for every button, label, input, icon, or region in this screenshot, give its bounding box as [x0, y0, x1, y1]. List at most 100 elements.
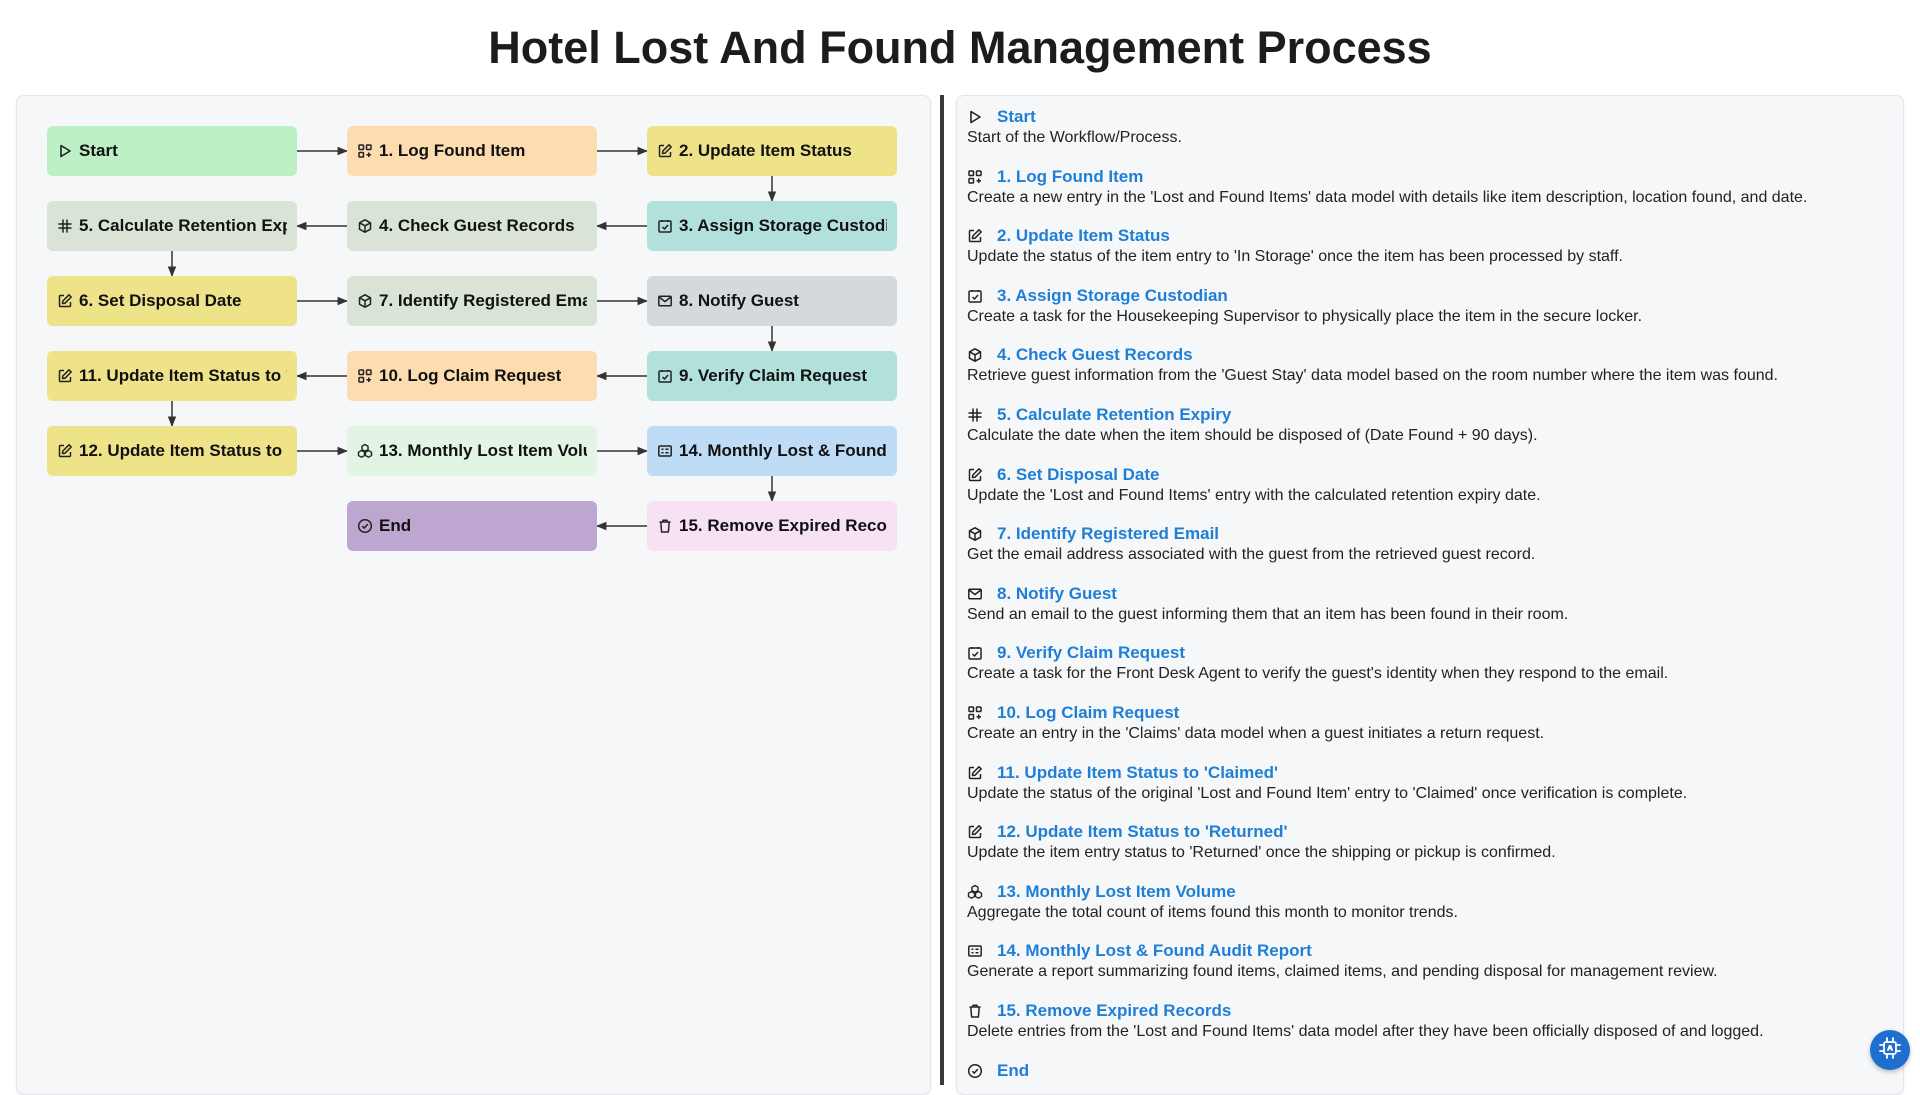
step-header: Start: [967, 106, 1887, 128]
step-item: Start Start of the Workflow/Process.: [967, 106, 1887, 147]
flow-node-label: 5. Calculate Retention Expiry: [79, 216, 287, 235]
step-item: 12. Update Item Status to 'Returned' Upda…: [967, 821, 1887, 862]
flow-node-n11[interactable]: 11. Update Item Status to 'Claimed': [47, 351, 297, 401]
flow-node-n1[interactable]: 1. Log Found Item: [347, 126, 597, 176]
flow-node-n6[interactable]: 6. Set Disposal Date: [47, 276, 297, 326]
step-header: 9. Verify Claim Request: [967, 642, 1887, 664]
flow-node-n3[interactable]: 3. Assign Storage Custodian: [647, 201, 897, 251]
edit-icon: [967, 228, 983, 244]
boxes-icon: [967, 884, 983, 900]
step-header: 12. Update Item Status to 'Returned': [967, 821, 1887, 843]
flow-node-n12[interactable]: 12. Update Item Status to 'Returned': [47, 426, 297, 476]
step-description: Create a task for the Front Desk Agent t…: [967, 665, 1669, 683]
flow-node-n15[interactable]: 15. Remove Expired Records: [647, 501, 897, 551]
grid-plus-icon: [357, 368, 373, 384]
step-item: 9. Verify Claim Request Create a task for…: [967, 642, 1887, 683]
cube-icon: [357, 293, 373, 309]
step-header: 13. Monthly Lost Item Volume: [967, 881, 1887, 903]
flow-node-n7[interactable]: 7. Identify Registered Email: [347, 276, 597, 326]
step-item: 2. Update Item Status Update the status o…: [967, 225, 1887, 266]
step-description: Aggregate the total count of items found…: [967, 903, 1458, 921]
flow-node-label: 12. Update Item Status to 'Returned': [79, 441, 287, 460]
flow-node-label: 11. Update Item Status to 'Claimed': [79, 366, 287, 385]
step-title-link[interactable]: 2. Update Item Status: [997, 226, 1170, 246]
step-item: 15. Remove Expired Records Delete entries…: [967, 1000, 1887, 1041]
step-header: 14. Monthly Lost & Found Audit Report: [967, 940, 1887, 962]
step-title-link[interactable]: 11. Update Item Status to 'Claimed': [997, 763, 1278, 783]
edit-icon: [967, 824, 983, 840]
step-header: 2. Update Item Status: [967, 225, 1887, 247]
edit-icon: [57, 293, 73, 309]
step-title-link[interactable]: 15. Remove Expired Records: [997, 1001, 1231, 1021]
grid-plus-icon: [967, 705, 983, 721]
step-item: 5. Calculate Retention Expiry Calculate t…: [967, 404, 1887, 445]
page-title: Hotel Lost And Found Management Process: [488, 22, 1432, 73]
step-header: 15. Remove Expired Records: [967, 1000, 1887, 1022]
flow-node-n9[interactable]: 9. Verify Claim Request: [647, 351, 897, 401]
play-icon: [57, 143, 73, 159]
flow-node-start[interactable]: Start: [47, 126, 297, 176]
step-title-link[interactable]: 5. Calculate Retention Expiry: [997, 405, 1231, 425]
flow-node-n10[interactable]: 10. Log Claim Request: [347, 351, 597, 401]
step-header: 1. Log Found Item: [967, 166, 1887, 188]
flow-node-n14[interactable]: 14. Monthly Lost & Found Audit Report: [647, 426, 897, 476]
check-square-icon: [657, 368, 673, 384]
play-icon: [967, 109, 983, 125]
grid-plus-icon: [967, 169, 983, 185]
flow-node-label: 10. Log Claim Request: [379, 366, 562, 385]
grid-plus-icon: [357, 143, 373, 159]
step-item: 7. Identify Registered Email Get the emai…: [967, 523, 1887, 564]
step-description: Calculate the date when the item should …: [967, 427, 1538, 444]
edit-icon: [967, 467, 983, 483]
flow-node-label: 9. Verify Claim Request: [679, 366, 868, 385]
step-description: Send an email to the guest informing the…: [967, 605, 1569, 623]
step-title-link[interactable]: 14. Monthly Lost & Found Audit Report: [997, 941, 1312, 961]
step-title-link[interactable]: 7. Identify Registered Email: [997, 524, 1219, 544]
step-title-link[interactable]: Start: [997, 107, 1036, 127]
step-title-link[interactable]: 3. Assign Storage Custodian: [997, 286, 1228, 306]
check-square-icon: [967, 288, 983, 304]
flow-node-n5[interactable]: 5. Calculate Retention Expiry: [47, 201, 297, 251]
step-title-link[interactable]: 10. Log Claim Request: [997, 703, 1179, 723]
step-description: Update the 'Lost and Found Items' entry …: [967, 486, 1541, 504]
step-title-link[interactable]: 8. Notify Guest: [997, 584, 1117, 604]
flow-node-n4[interactable]: 4. Check Guest Records: [347, 201, 597, 251]
flow-node-label: 7. Identify Registered Email: [379, 291, 587, 310]
boxes-icon: [357, 443, 373, 459]
step-header: 3. Assign Storage Custodian: [967, 285, 1887, 307]
assistant-button[interactable]: [1870, 1030, 1910, 1070]
step-item: 11. Update Item Status to 'Claimed' Updat…: [967, 762, 1887, 803]
report-icon: [657, 443, 673, 459]
step-description: Create an entry in the 'Claims' data mod…: [967, 725, 1545, 742]
step-description: Create a task for the Housekeeping Super…: [967, 307, 1643, 325]
flow-node-n8[interactable]: 8. Notify Guest: [647, 276, 897, 326]
check-square-icon: [657, 218, 673, 234]
step-title-link[interactable]: End: [997, 1061, 1029, 1081]
step-title-link[interactable]: 1. Log Found Item: [997, 167, 1143, 187]
step-header: 8. Notify Guest: [967, 583, 1887, 605]
flow-node-label: 13. Monthly Lost Item Volume: [379, 441, 587, 460]
step-title-link[interactable]: 9. Verify Claim Request: [997, 643, 1185, 663]
step-header: 4. Check Guest Records: [967, 344, 1887, 366]
flow-node-label: End: [379, 516, 412, 535]
flow-node-label: 1. Log Found Item: [379, 141, 526, 160]
step-title-link[interactable]: 6. Set Disposal Date: [997, 465, 1160, 485]
step-item: 6. Set Disposal Date Update the 'Lost and…: [967, 464, 1887, 505]
step-item: 8. Notify Guest Send an email to the gues…: [967, 583, 1887, 624]
step-item: 1. Log Found Item Create a new entry in t…: [967, 166, 1887, 207]
panel-divider[interactable]: [940, 95, 944, 1085]
trash-icon: [967, 1003, 983, 1019]
flow-node-end[interactable]: End: [347, 501, 597, 551]
step-description: Delete entries from the 'Lost and Found …: [967, 1023, 1764, 1040]
check-circle-icon: [967, 1063, 983, 1079]
flow-node-n13[interactable]: 13. Monthly Lost Item Volume: [347, 426, 597, 476]
step-title-link[interactable]: 13. Monthly Lost Item Volume: [997, 882, 1236, 902]
flow-node-n2[interactable]: 2. Update Item Status: [647, 126, 897, 176]
cube-icon: [967, 526, 983, 542]
step-header: 11. Update Item Status to 'Claimed': [967, 762, 1887, 784]
step-description: Update the item entry status to 'Returne…: [967, 844, 1556, 862]
check-circle-icon: [357, 518, 373, 534]
step-title-link[interactable]: 12. Update Item Status to 'Returned': [997, 822, 1288, 842]
check-square-icon: [967, 645, 983, 661]
step-title-link[interactable]: 4. Check Guest Records: [997, 345, 1193, 365]
